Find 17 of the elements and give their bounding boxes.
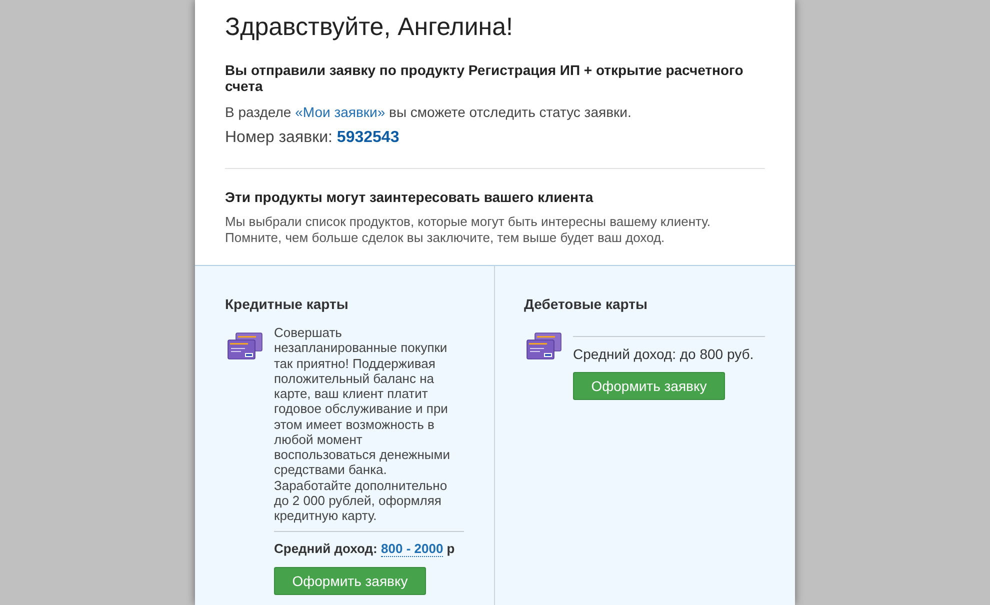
product-description: Совершать незапланированные покупки так приятно! Поддерживая положительный баланс на карте, ваш клиент платит годовое обслуживание и при этом имеет возможность в любой момент воспользоваться денежными средствами банка. Заработайте дополнительно до 2 000 рублей, оформляя кредитную карту.: [274, 325, 451, 524]
average-income: Средний доход: до 800 руб.: [573, 345, 755, 363]
recommendations-description: Мы выбрали список продуктов, которые могут быть интересны вашему клиенту. Помните, чем больше сделок вы заключите, тем выше будет ваш доход.: [225, 214, 712, 246]
product-title: Дебетовые карты: [524, 295, 648, 313]
apply-button[interactable]: Оформить заявку: [573, 372, 725, 400]
my-requests-link[interactable]: «Мои заявки»: [295, 104, 386, 120]
product-title: Кредитные карты: [225, 295, 350, 313]
bank-cards-icon: [227, 332, 263, 360]
income-range-link[interactable]: 800 - 2000: [381, 541, 444, 558]
apply-button[interactable]: Оформить заявку: [274, 567, 426, 596]
bank-cards-icon: [526, 332, 562, 360]
status-hint: В разделе «Мои заявки» вы сможете отследить статус заявки.: [225, 103, 632, 121]
average-income: Средний доход: 800 - 2000 р: [274, 540, 456, 558]
recommendations-title: Эти продукты могут заинтересовать вашего клиента: [225, 188, 594, 206]
request-message: Вы отправили заявку по продукту Регистрация ИП + открытие расчетного счета: [225, 62, 744, 94]
greeting-title: Здравствуйте, Ангелина!: [225, 12, 514, 42]
request-number: Номер заявки: 5932543: [225, 128, 400, 148]
